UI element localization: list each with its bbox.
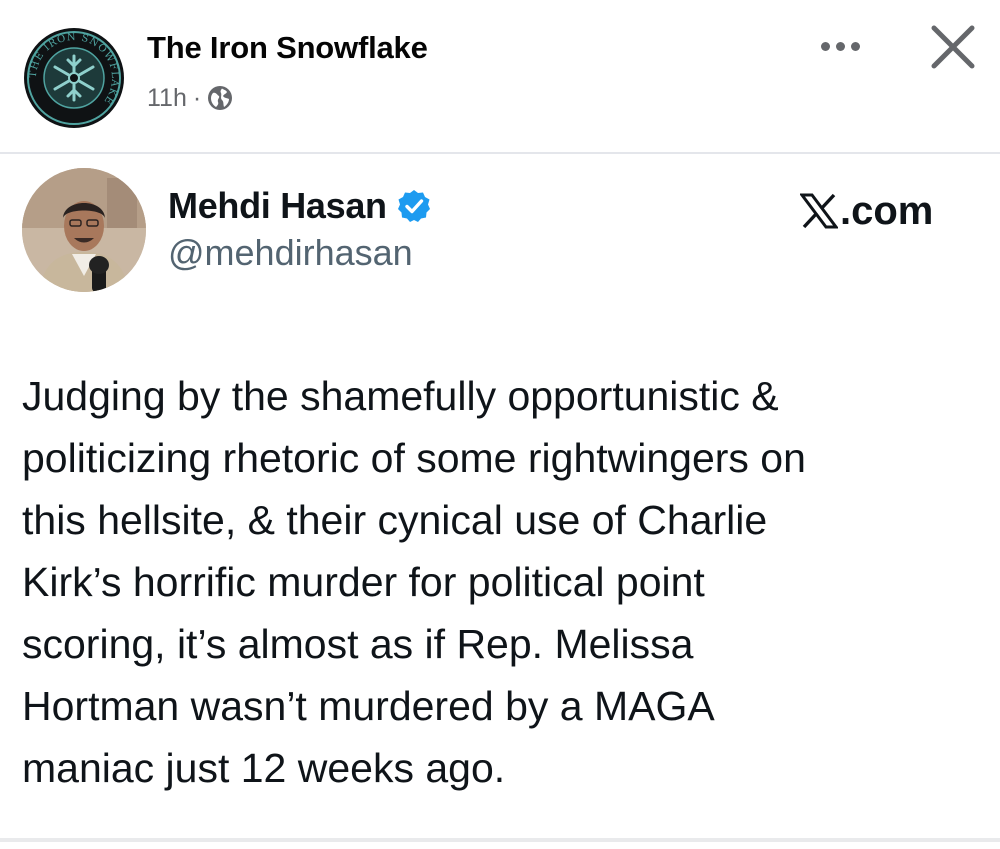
- source-badge: .com: [799, 188, 934, 234]
- tweet-text: Judging by the shamefully opportunistic …: [22, 373, 806, 791]
- close-icon: [931, 25, 975, 69]
- page-avatar[interactable]: THE IRON SNOWFLAKE: [24, 28, 124, 128]
- author-name[interactable]: Mehdi Hasan: [168, 185, 387, 227]
- globe-icon[interactable]: [207, 85, 233, 111]
- header-divider: [0, 152, 1000, 154]
- x-logo-icon: [799, 193, 839, 229]
- bottom-divider: [0, 838, 1000, 842]
- author-handle[interactable]: @mehdirhasan: [168, 232, 413, 274]
- post-header: THE IRON SNOWFLAKE The Iron Snowflake 11…: [0, 0, 1000, 152]
- close-button[interactable]: [924, 18, 982, 76]
- meta-separator: ·: [192, 83, 202, 112]
- author-avatar[interactable]: [22, 168, 146, 292]
- verified-badge-icon: [397, 189, 431, 223]
- page-name[interactable]: The Iron Snowflake: [147, 30, 428, 66]
- author-photo: [22, 168, 146, 292]
- snowflake-logo: THE IRON SNOWFLAKE: [25, 29, 123, 127]
- more-options-icon: [820, 41, 830, 51]
- more-options-button[interactable]: [808, 24, 872, 68]
- post-meta: 11h ·: [147, 81, 233, 115]
- post-timestamp[interactable]: 11h: [147, 84, 187, 113]
- author-row: Mehdi Hasan: [168, 184, 431, 228]
- source-label: .com: [840, 188, 934, 233]
